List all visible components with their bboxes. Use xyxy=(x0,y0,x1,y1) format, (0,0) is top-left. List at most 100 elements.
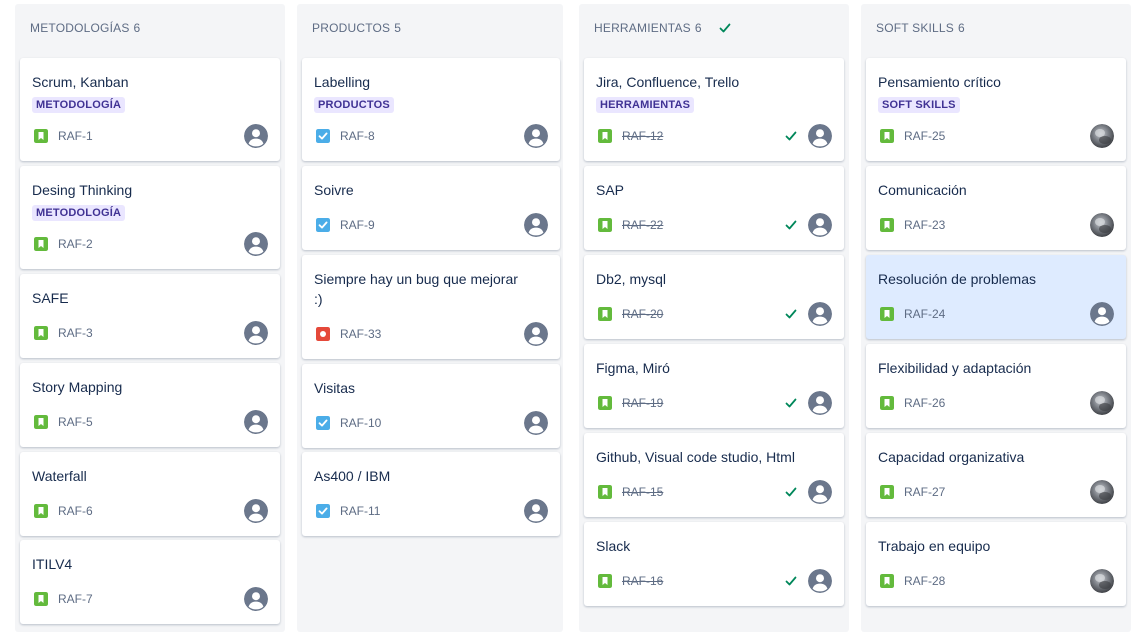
card[interactable]: Desing Thinking METODOLOGÍA RAF-2 xyxy=(20,166,280,269)
default-avatar[interactable] xyxy=(808,391,832,415)
default-avatar[interactable] xyxy=(244,499,268,523)
default-avatar[interactable] xyxy=(244,321,268,345)
issue-key[interactable]: RAF-10 xyxy=(340,416,381,430)
check-icon xyxy=(718,21,732,35)
card[interactable]: Slack RAF-16 xyxy=(584,522,844,606)
default-avatar[interactable] xyxy=(524,322,548,346)
card-title: As400 / IBM xyxy=(314,468,391,484)
story-icon xyxy=(880,218,894,232)
issue-key[interactable]: RAF-26 xyxy=(904,396,945,410)
story-icon xyxy=(34,504,48,518)
story-icon xyxy=(34,592,48,606)
issue-key[interactable]: RAF-9 xyxy=(340,218,375,232)
card[interactable]: Jira, Confluence, Trello HERRAMIENTAS RA… xyxy=(584,58,844,161)
card[interactable]: Visitas RAF-10 xyxy=(302,364,560,448)
card[interactable]: Capacidad organizativa RAF-27 xyxy=(866,433,1126,517)
issue-key[interactable]: RAF-16 xyxy=(622,574,663,588)
card-selected[interactable]: Resolución de problemas RAF-24 xyxy=(866,255,1126,339)
card[interactable]: Pensamiento crítico SOFT SKILLS RAF-25 xyxy=(866,58,1126,161)
column-count: 5 xyxy=(394,21,402,35)
issue-key[interactable]: RAF-27 xyxy=(904,485,945,499)
card[interactable]: Comunicación RAF-23 xyxy=(866,166,1126,250)
card-title: Soivre xyxy=(314,182,354,198)
default-avatar[interactable] xyxy=(524,213,548,237)
issue-key[interactable]: RAF-8 xyxy=(340,129,375,143)
default-avatar[interactable] xyxy=(808,569,832,593)
story-icon xyxy=(598,307,612,321)
issue-key[interactable]: RAF-15 xyxy=(622,485,663,499)
card[interactable]: Figma, Miró RAF-19 xyxy=(584,344,844,428)
column-header: PRODUCTOS 5 xyxy=(312,20,401,36)
issue-key[interactable]: RAF-23 xyxy=(904,218,945,232)
card[interactable]: Trabajo en equipo RAF-28 xyxy=(866,522,1126,606)
card-title: Flexibilidad y adaptación xyxy=(878,360,1032,376)
card-title: Db2, mysql xyxy=(596,271,667,287)
story-icon xyxy=(880,307,894,321)
task-icon xyxy=(316,129,330,143)
card[interactable]: SAP RAF-22 xyxy=(584,166,844,250)
card[interactable]: Story Mapping RAF-5 xyxy=(20,363,280,447)
story-icon xyxy=(598,129,612,143)
photo-avatar[interactable] xyxy=(1090,569,1114,593)
card[interactable]: Scrum, Kanban METODOLOGÍA RAF-1 xyxy=(20,58,280,161)
epic-label: METODOLOGÍA xyxy=(32,97,126,113)
card[interactable]: Waterfall RAF-6 xyxy=(20,452,280,536)
card[interactable]: SAFE RAF-3 xyxy=(20,274,280,358)
card[interactable]: As400 / IBM RAF-11 xyxy=(302,452,560,536)
default-avatar[interactable] xyxy=(808,124,832,148)
issue-key[interactable]: RAF-1 xyxy=(58,129,93,143)
default-avatar[interactable] xyxy=(244,410,268,434)
photo-avatar[interactable] xyxy=(1090,391,1114,415)
card[interactable]: ITILV4 RAF-7 xyxy=(20,540,280,624)
default-avatar[interactable] xyxy=(808,302,832,326)
card[interactable]: Soivre RAF-9 xyxy=(302,166,560,250)
default-avatar[interactable] xyxy=(808,480,832,504)
issue-key[interactable]: RAF-3 xyxy=(58,326,93,340)
default-avatar[interactable] xyxy=(808,213,832,237)
card-title: ITILV4 xyxy=(32,556,73,572)
epic-label: HERRAMIENTAS xyxy=(596,97,695,113)
default-avatar[interactable] xyxy=(244,124,268,148)
card-title: Slack xyxy=(596,538,631,554)
issue-key[interactable]: RAF-24 xyxy=(904,307,945,321)
card-title: Desing Thinking xyxy=(32,182,133,198)
default-avatar[interactable] xyxy=(524,411,548,435)
check-icon xyxy=(784,129,798,143)
default-avatar[interactable] xyxy=(1090,302,1114,326)
column-productos: PRODUCTOS 5 Labelling PRODUCTOS RAF-8 So… xyxy=(297,4,563,632)
card-title: Pensamiento crítico xyxy=(878,74,1001,90)
column-title: METODOLOGÍAS xyxy=(30,21,130,35)
card-title: Capacidad organizativa xyxy=(878,449,1025,465)
issue-key[interactable]: RAF-2 xyxy=(58,237,93,251)
issue-key[interactable]: RAF-19 xyxy=(622,396,663,410)
card[interactable]: Flexibilidad y adaptación RAF-26 xyxy=(866,344,1126,428)
issue-key[interactable]: RAF-11 xyxy=(340,504,380,518)
issue-key[interactable]: RAF-5 xyxy=(58,415,93,429)
default-avatar[interactable] xyxy=(524,124,548,148)
issue-key[interactable]: RAF-25 xyxy=(904,129,945,143)
card[interactable]: Github, Visual code studio, Html RAF-15 xyxy=(584,433,844,517)
card-title: SAFE xyxy=(32,290,69,306)
check-icon xyxy=(784,396,798,410)
default-avatar[interactable] xyxy=(524,499,548,523)
photo-avatar[interactable] xyxy=(1090,480,1114,504)
issue-key[interactable]: RAF-28 xyxy=(904,574,945,588)
photo-avatar[interactable] xyxy=(1090,124,1114,148)
story-icon xyxy=(880,574,894,588)
issue-key[interactable]: RAF-7 xyxy=(58,592,93,606)
column-count: 6 xyxy=(958,21,965,35)
default-avatar[interactable] xyxy=(244,587,268,611)
default-avatar[interactable] xyxy=(244,232,268,256)
card[interactable]: Labelling PRODUCTOS RAF-8 xyxy=(302,58,560,161)
issue-key[interactable]: RAF-12 xyxy=(622,129,663,143)
issue-key[interactable]: RAF-20 xyxy=(622,307,663,321)
story-icon xyxy=(34,415,48,429)
column-title: PRODUCTOS xyxy=(312,21,391,35)
story-icon xyxy=(880,129,894,143)
issue-key[interactable]: RAF-33 xyxy=(340,327,381,341)
card[interactable]: Siempre hay un bug que mejorar :) RAF-33 xyxy=(302,255,560,359)
card[interactable]: Db2, mysql RAF-20 xyxy=(584,255,844,339)
issue-key[interactable]: RAF-6 xyxy=(58,504,93,518)
issue-key[interactable]: RAF-22 xyxy=(622,218,663,232)
photo-avatar[interactable] xyxy=(1090,213,1114,237)
